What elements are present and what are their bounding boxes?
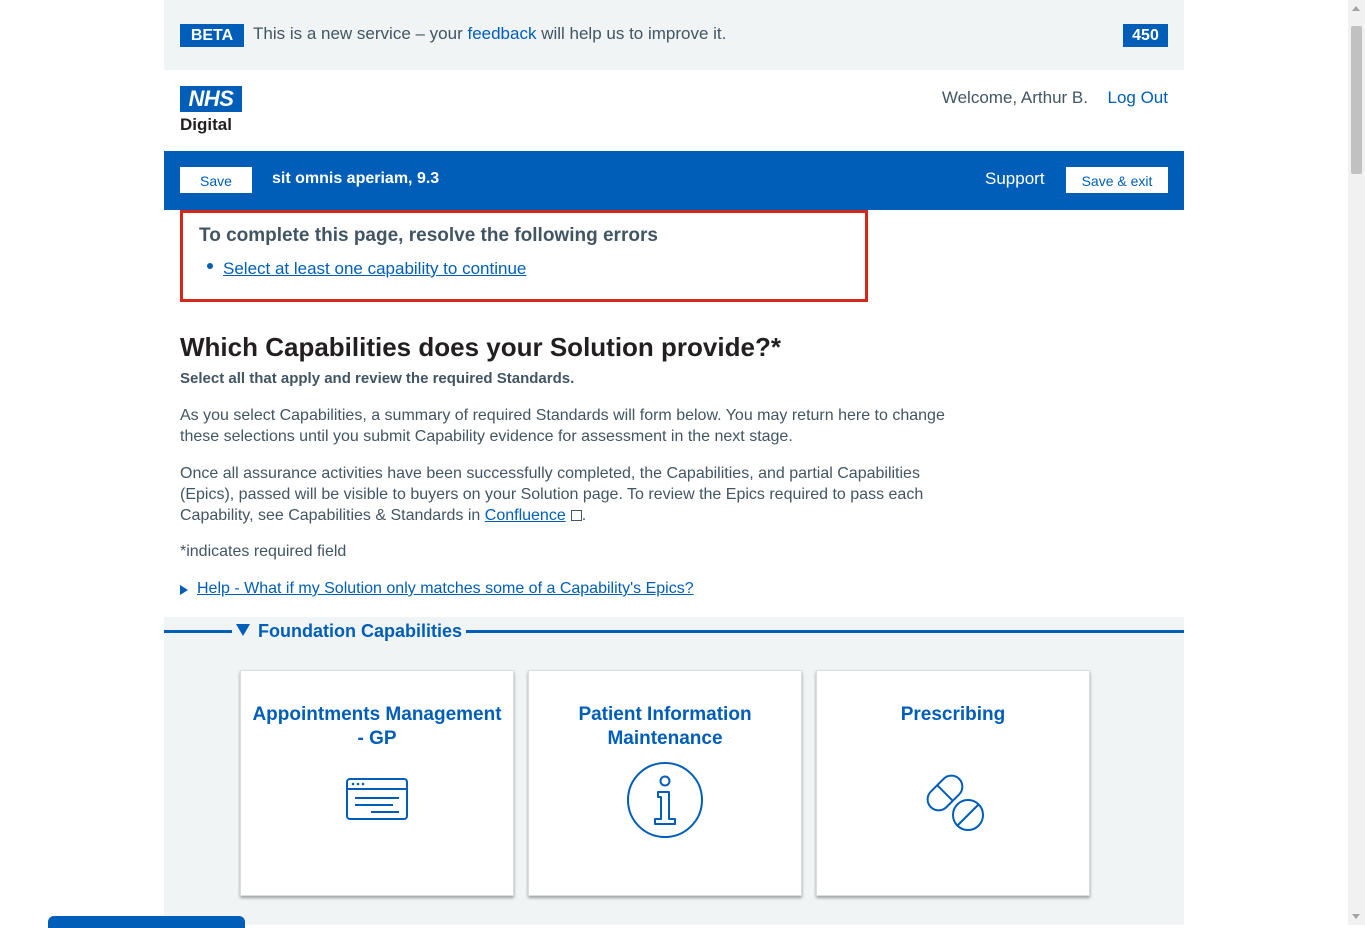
page-scrollbar[interactable] [1348, 0, 1365, 925]
save-button[interactable]: Save [180, 167, 252, 193]
error-link[interactable]: Select at least one capability to contin… [223, 259, 526, 279]
capability-card-prescribing[interactable]: Prescribing [816, 670, 1090, 896]
page-container: BETA This is a new service – your feedba… [164, 0, 1184, 925]
floating-feedback-tab[interactable] [48, 916, 245, 928]
assurance-paragraph: Once all assurance activities have been … [180, 463, 970, 526]
scroll-up-arrow-icon[interactable] [1352, 6, 1360, 11]
scrollbar-thumb[interactable] [1351, 26, 1362, 174]
feedback-link[interactable]: feedback [467, 24, 536, 43]
action-bar: Save sit omnis aperiam, 9.3 Support Save… [164, 151, 1184, 210]
beta-text-after: will help us to improve it. [536, 24, 727, 43]
section-title: Foundation Capabilities [258, 621, 463, 641]
capability-title: Patient Information Maintenance [578, 704, 752, 749]
beta-message: This is a new service – your feedback wi… [253, 23, 726, 45]
required-field-note: *indicates required field [180, 543, 347, 560]
save-exit-button[interactable]: Save & exit [1066, 167, 1168, 193]
help-details-link[interactable]: Help - What if my Solution only matches … [197, 580, 694, 598]
support-link[interactable]: Support [985, 169, 1045, 189]
count-badge: 450 [1123, 24, 1168, 47]
beta-banner: BETA This is a new service – your feedba… [164, 0, 1184, 70]
collapse-triangle-icon [236, 624, 250, 636]
beta-text-before: This is a new service – your [253, 24, 468, 43]
intro-paragraph: As you select Capabilities, a summary of… [180, 407, 945, 445]
info-icon [627, 762, 703, 838]
logo-text: NHS [188, 86, 234, 111]
beta-tag: BETA [180, 24, 244, 47]
capability-title: Prescribing [900, 704, 1006, 725]
capability-card-appointments[interactable]: Appointments Management - GP [240, 670, 514, 896]
logo-subtext: Digital [180, 115, 232, 134]
solution-title: sit omnis aperiam, 9.3 [272, 170, 440, 187]
scroll-down-arrow-icon[interactable] [1352, 914, 1360, 919]
page-subheading: Select all that apply and review the req… [180, 370, 575, 387]
capability-card-patient-info[interactable]: Patient Information Maintenance [528, 670, 802, 896]
expand-arrow-icon[interactable] [180, 585, 188, 595]
confluence-link[interactable]: Confluence [485, 507, 566, 524]
logout-link[interactable]: Log Out [1108, 88, 1169, 108]
error-bullet [207, 263, 213, 269]
assurance-text-end: . [581, 507, 587, 524]
calendar-window-icon [346, 778, 408, 820]
error-summary: To complete this page, resolve the follo… [180, 210, 868, 302]
welcome-message: Welcome, Arthur B. [941, 88, 1088, 107]
pill-icon [926, 774, 984, 831]
capabilities-section: Foundation Capabilities Appointments Man… [164, 617, 1184, 925]
foundation-capabilities-toggle[interactable]: Foundation Capabilities [232, 621, 467, 645]
nhs-logo[interactable]: NHS [180, 86, 242, 112]
external-link-icon [570, 510, 582, 521]
capability-title: Appointments Management - GP [252, 704, 502, 749]
error-summary-title: To complete this page, resolve the follo… [199, 225, 658, 246]
page-title: Which Capabilities does your Solution pr… [180, 332, 781, 362]
